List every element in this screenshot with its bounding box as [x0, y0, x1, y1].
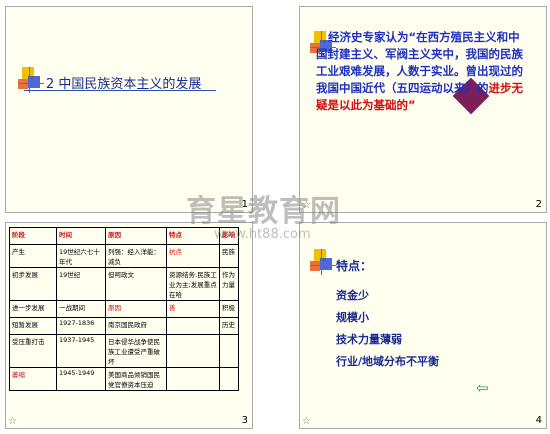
- table-cell: 初步发展: [9, 267, 57, 301]
- slide-number: 2: [535, 199, 542, 210]
- table-header: 时间: [56, 227, 106, 245]
- table-cell: 民族: [219, 244, 239, 268]
- table-cell: [219, 367, 239, 391]
- slide-number: 4: [535, 415, 542, 426]
- table-cell: 善: [166, 300, 220, 318]
- table-cell: 19世纪六七十年代: [56, 244, 106, 268]
- list-item: 资金少: [336, 289, 369, 302]
- star-icon: ☆: [302, 416, 311, 427]
- watermark-logo: 育星教育网: [186, 194, 341, 229]
- table-cell: 列强：经入洋能：减负: [105, 244, 167, 268]
- table-cell: 但呵政文: [105, 267, 167, 301]
- star-icon: ☆: [8, 416, 17, 427]
- table-row: 初步发展 19世纪 但呵政文 资源结务:民族工业为主;发展重点在哈 作为力量: [9, 267, 239, 301]
- table-cell: 1945-1949: [56, 367, 106, 391]
- table-row: 萎缩 1945-1949 美国商品倾销国民党官僚资本压迫: [9, 367, 239, 391]
- table-cell: [166, 317, 220, 335]
- table-row: 产生 19世纪六七十年代 列强：经入洋能：减负 抗点 民族: [9, 244, 239, 268]
- table-cell: 资源结务:民族工业为主;发展重点在哈: [166, 267, 220, 301]
- table-cell: 产生: [9, 244, 57, 268]
- table-row: 受压重打击 1937-1945 日本侵华战争使民族工业遭受严重破坏: [9, 334, 239, 368]
- table-cell: 1927-1836: [56, 317, 106, 335]
- table-cell: 美国商品倾销国民党官僚资本压迫: [105, 367, 167, 391]
- table-row: 进一步发展 一战期间 原因 善 积极: [9, 300, 239, 318]
- table-cell: 南京国民政府: [105, 317, 167, 335]
- slide-2[interactable]: 经济史专家认为“在西方殖民主义和中国封建主义、军阀主义夹中，我国的民族工业艰难发…: [299, 6, 547, 213]
- table-cell: 历史: [219, 317, 239, 335]
- history-table: 阶段 时间 原因 特点 影响 产生 19世纪六七十年代 列强：经入洋能：减负 抗…: [9, 227, 239, 391]
- table-header-row: 阶段 时间 原因 特点 影响: [9, 227, 239, 245]
- slide-3[interactable]: 阶段 时间 原因 特点 影响 产生 19世纪六七十年代 列强：经入洋能：减负 抗…: [5, 222, 253, 429]
- list-item: 技术力量薄弱: [336, 333, 402, 346]
- list-item: 行业/地域分布不平衡: [336, 355, 440, 368]
- table-cell: 19世纪: [56, 267, 106, 301]
- table-header: 原因: [105, 227, 167, 245]
- table-cell: 短暂发展: [9, 317, 57, 335]
- title-underline: [24, 90, 216, 91]
- watermark-url: www.ht88.com: [214, 227, 311, 242]
- table-cell: 原因: [105, 300, 167, 318]
- table-cell: 抗点: [166, 244, 220, 268]
- table-header: 阶段: [9, 227, 57, 245]
- table-cell: 积极: [219, 300, 239, 318]
- table-row: 短暂发展 1927-1836 南京国民政府 历史: [9, 317, 239, 335]
- slide-4[interactable]: 特点： 资金少 规模小 技术力量薄弱 行业/地域分布不平衡 ⇦ ☆ 4: [299, 222, 547, 429]
- slide-1[interactable]: 2 中国民族资本主义的发展 1: [5, 6, 253, 213]
- table-cell: 进一步发展: [9, 300, 57, 318]
- back-arrow-icon[interactable]: ⇦: [476, 379, 489, 397]
- table-cell: 日本侵华战争使民族工业遭受严重破坏: [105, 334, 167, 368]
- table-cell: 一战期间: [56, 300, 106, 318]
- table-cell: 作为力量: [219, 267, 239, 301]
- table-cell: [219, 334, 239, 368]
- slide-number: 3: [241, 415, 248, 426]
- table-cell: [166, 367, 220, 391]
- decoration-icon: [18, 67, 48, 97]
- table-cell: 1937-1945: [56, 334, 106, 368]
- quote-text: 经济史专家认为“在西方殖民主义和中国封建主义、军阀主义夹中，我国的民族工业艰难发…: [316, 29, 530, 114]
- list-item: 规模小: [336, 311, 369, 324]
- table-cell: 受压重打击: [9, 334, 57, 368]
- table-cell: 萎缩: [9, 367, 57, 391]
- table-cell: [166, 334, 220, 368]
- table-header: 特点: [166, 227, 220, 245]
- slide-heading: 特点：: [336, 259, 373, 273]
